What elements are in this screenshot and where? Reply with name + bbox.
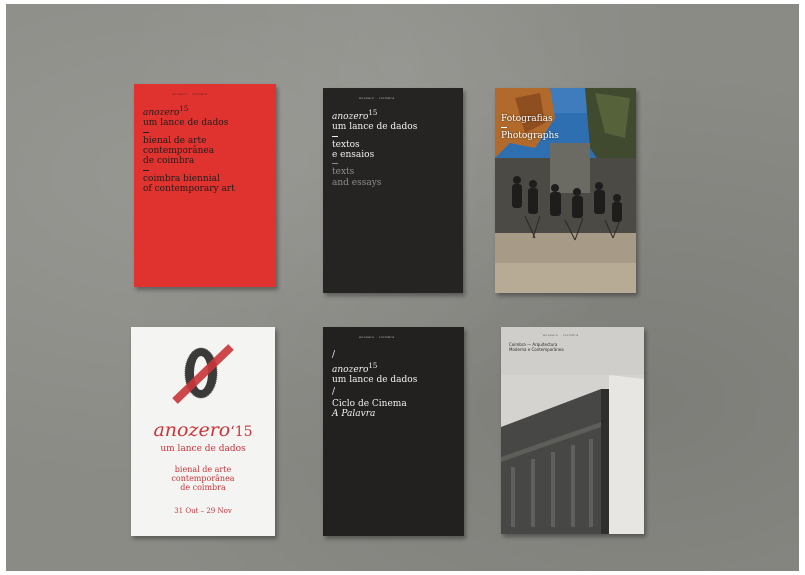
line-en-2: of contemporary art xyxy=(143,184,235,195)
subtitle: um lance de dados xyxy=(332,122,418,133)
booklet-text: / anozero15 um lance de dados / Ciclo de… xyxy=(332,349,418,420)
description: bienal de arte contemporânea de coimbra xyxy=(131,465,275,493)
divider xyxy=(143,131,149,133)
line-2: contemporânea xyxy=(171,474,235,484)
slash-divider: / xyxy=(332,350,336,360)
brand: anozero xyxy=(332,365,369,375)
booklet-tag: anozero · coimbra xyxy=(359,335,395,339)
booklet-black-texts: anozero · coimbra anozero15 um lance de … xyxy=(323,88,463,293)
line-pt-2: contemporânea xyxy=(143,146,215,157)
concrete-surface: anozero · coimbra anozero15 um lance de … xyxy=(6,4,799,571)
booklet-cinema: anozero · coimbra / anozero15 um lance d… xyxy=(323,327,464,536)
building-wall xyxy=(609,375,644,534)
brand: anozero xyxy=(143,108,180,118)
divider xyxy=(332,135,338,137)
divider xyxy=(501,127,507,129)
line-3: de coimbra xyxy=(180,483,226,493)
line-pt-1: bienal de arte xyxy=(143,135,207,146)
booklet-text: anozero15 um lance de dados bienal de ar… xyxy=(143,105,235,194)
brand-year: 15 xyxy=(368,109,378,117)
brand-line: anozero15 xyxy=(143,105,235,118)
brand-line: anozero15 xyxy=(332,362,417,375)
booklet-white: anozero‘15 um lance de dados bienal de a… xyxy=(131,327,275,536)
line-en-2: and essays xyxy=(332,177,382,188)
subtitle: um lance de dados xyxy=(332,375,418,386)
building-photo xyxy=(501,375,644,534)
brand: anozero xyxy=(332,112,369,122)
line-pt-3: de coimbra xyxy=(143,156,195,167)
subtitle: um lance de dados xyxy=(143,118,229,129)
title: Ciclo de Cinema xyxy=(332,398,407,409)
line-1: bienal de arte xyxy=(174,465,232,474)
line-pt-2: e ensaios xyxy=(332,150,375,161)
slash-divider: / xyxy=(332,386,336,397)
brand-year: ‘15 xyxy=(230,424,253,440)
brand-line: anozero‘15 xyxy=(131,419,275,441)
line-en-1: texts xyxy=(332,167,355,178)
subtitle: um lance de dados xyxy=(160,444,246,454)
brand-year: 15 xyxy=(368,362,378,370)
booklet-architecture: anozero · coimbra Coimbra — Arquitectura… xyxy=(501,327,644,534)
booklet-red: anozero · coimbra anozero15 um lance de … xyxy=(134,84,276,287)
title-italic: A Palavra xyxy=(332,409,376,420)
divider xyxy=(332,163,338,165)
booklet-tag: anozero · coimbra xyxy=(359,96,395,100)
booklet-text: anozero15 um lance de dados textos e ens… xyxy=(332,109,417,188)
brand-line: anozero15 xyxy=(332,109,417,122)
line-pt-1: textos xyxy=(332,139,360,150)
title-pt: Fotografias xyxy=(501,114,553,124)
brand: anozero xyxy=(153,419,231,441)
divider xyxy=(143,169,149,171)
line-en-1: coimbra biennial xyxy=(143,173,220,184)
booklet-tag: anozero · coimbra xyxy=(172,92,208,96)
dates: 31 Out – 29 Nov xyxy=(174,507,232,515)
title-en: Photographs xyxy=(501,131,559,142)
booklet-photographs: Fotografias Photographs xyxy=(495,88,636,293)
cover-title: Fotografias Photographs xyxy=(501,114,559,142)
brand-year: 15 xyxy=(179,105,189,113)
